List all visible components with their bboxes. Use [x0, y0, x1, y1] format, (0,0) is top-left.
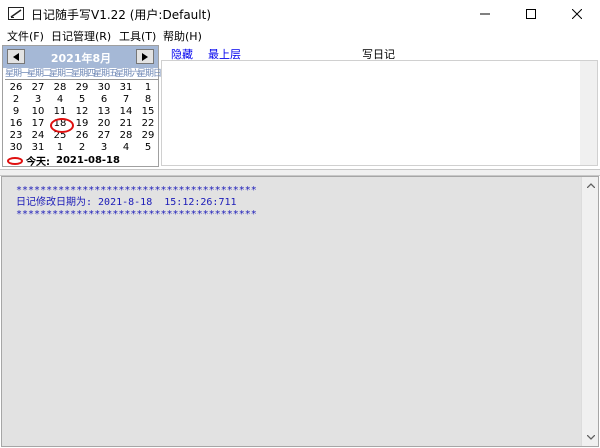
calendar-day[interactable]: 6 [93, 94, 115, 106]
calendar-month-label: 2021年8月 [50, 52, 112, 65]
chevron-up-icon [586, 183, 595, 188]
calendar-days: 26 27 28 29 30 31 1 2 3 4 5 6 7 8 9 10 11 12 13 14 15 16 17 18 1… [5, 82, 159, 154]
minimize-icon [480, 13, 490, 14]
calendar-day-selected[interactable]: 18 [49, 118, 74, 133]
close-icon [572, 8, 582, 19]
calendar-day[interactable]: 20 [93, 118, 115, 130]
diary-line-2: 日记修改日期为: 2021-8-18 15:12:26:711 [16, 197, 237, 208]
diary-line-1: **************************************** [16, 185, 257, 196]
calendar-day[interactable]: 26 [71, 130, 93, 142]
calendar-day[interactable]: 31 [115, 82, 137, 94]
menu-diary-manage[interactable]: 日记管理(R) [51, 28, 111, 44]
diary-text: ****************************************… [16, 185, 257, 221]
arrow-left-icon [13, 52, 19, 61]
calendar-day[interactable]: 22 [137, 118, 159, 130]
maximize-icon [526, 8, 536, 19]
minimize-button[interactable] [462, 0, 508, 27]
calendar-day[interactable]: 9 [5, 106, 27, 118]
menu-help[interactable]: 帮助(H) [163, 28, 202, 44]
scroll-up-button[interactable] [582, 177, 599, 194]
calendar-day[interactable]: 24 [27, 130, 49, 142]
quick-note-area[interactable] [161, 60, 598, 166]
diary-scrollbar[interactable] [581, 177, 598, 446]
calendar-day[interactable]: 28 [115, 130, 137, 142]
quick-note-scrollbar[interactable] [580, 61, 597, 165]
menu-tools[interactable]: 工具(T) [119, 28, 156, 44]
scroll-down-button[interactable] [582, 429, 599, 446]
diary-toolbar: 隐藏 最上层 写日记 [161, 45, 599, 61]
app-icon [8, 7, 24, 20]
calendar-day[interactable]: 12 [71, 106, 93, 118]
calendar-day[interactable]: 2 [71, 142, 93, 154]
calendar-day[interactable]: 23 [5, 130, 27, 142]
calendar-day[interactable]: 13 [93, 106, 115, 118]
close-button[interactable] [554, 0, 600, 27]
calendar-day[interactable]: 14 [115, 106, 137, 118]
today-indicator[interactable]: 今天: 2021-08-18 [7, 154, 120, 168]
calendar-day[interactable]: 21 [115, 118, 137, 130]
weekday-label: 星期四 [71, 69, 96, 79]
calendar-day[interactable]: 29 [137, 130, 159, 142]
calendar-day[interactable]: 1 [49, 142, 71, 154]
calendar: 2021年8月 星期一 星期二 星期三 星期四 星期五 星期六 星期日 26 27… [2, 45, 162, 168]
weekday-label: 星期日 [137, 69, 162, 79]
calendar-day[interactable]: 5 [137, 142, 159, 154]
calendar-day[interactable]: 5 [71, 94, 93, 106]
calendar-day[interactable]: 29 [71, 82, 93, 94]
calendar-day[interactable]: 26 [5, 82, 27, 94]
menu-file[interactable]: 文件(F) [7, 28, 44, 44]
calendar-header: 2021年8月 [3, 46, 158, 68]
calendar-day[interactable]: 1 [137, 82, 159, 94]
calendar-day[interactable]: 4 [49, 94, 71, 106]
weekday-label: 星期一 [5, 69, 30, 79]
calendar-day[interactable]: 15 [137, 106, 159, 118]
calendar-day[interactable]: 3 [27, 94, 49, 106]
calendar-day[interactable]: 30 [93, 82, 115, 94]
next-month-button[interactable] [136, 49, 154, 64]
today-circle-icon [7, 156, 23, 165]
calendar-day[interactable]: 17 [27, 118, 49, 130]
calendar-day[interactable]: 27 [93, 130, 115, 142]
title-bar: 日记随手写V1.22 (用户:Default) [0, 0, 600, 27]
calendar-day[interactable]: 10 [27, 106, 49, 118]
calendar-day[interactable]: 16 [5, 118, 27, 130]
today-label: 今天: [26, 157, 50, 168]
prev-month-button[interactable] [7, 49, 25, 64]
calendar-day[interactable]: 27 [27, 82, 49, 94]
calendar-weekdays: 星期一 星期二 星期三 星期四 星期五 星期六 星期日 [5, 68, 162, 80]
calendar-day[interactable]: 30 [5, 142, 27, 154]
splitter[interactable] [0, 169, 600, 176]
calendar-day[interactable]: 11 [49, 106, 71, 118]
calendar-day[interactable]: 7 [115, 94, 137, 106]
today-date: 2021-08-18 [56, 155, 120, 166]
diary-editor[interactable]: ****************************************… [1, 176, 599, 447]
weekday-label: 星期三 [49, 69, 74, 79]
calendar-day[interactable]: 19 [71, 118, 93, 130]
chevron-down-icon [586, 435, 595, 440]
calendar-day[interactable]: 3 [93, 142, 115, 154]
diary-line-3: **************************************** [16, 209, 257, 220]
window-title: 日记随手写V1.22 (用户:Default) [31, 8, 211, 22]
menu-bar: 文件(F) 日记管理(R) 工具(T) 帮助(H) [0, 27, 600, 45]
calendar-day[interactable]: 2 [5, 94, 27, 106]
calendar-day[interactable]: 28 [49, 82, 71, 94]
arrow-right-icon [142, 52, 148, 61]
calendar-day[interactable]: 4 [115, 142, 137, 154]
maximize-button[interactable] [508, 0, 554, 27]
calendar-day[interactable]: 8 [137, 94, 159, 106]
weekday-label: 星期六 [115, 69, 140, 79]
weekday-label: 星期二 [27, 69, 52, 79]
weekday-label: 星期五 [93, 69, 118, 79]
